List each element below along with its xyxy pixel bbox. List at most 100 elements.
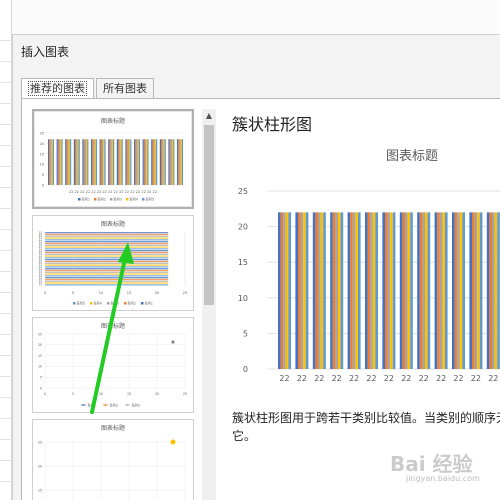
scroll-thumb[interactable] (204, 125, 214, 305)
bar (312, 212, 316, 369)
x-tick-label: 25 (183, 392, 187, 396)
bar (181, 139, 183, 185)
tab-all-charts[interactable]: 所有图表 (96, 78, 154, 98)
chart-thumbnail-clustered-column[interactable]: 图表标题 25 20 15 10 5 0 22 22 22 22 22 22 22 22 … (32, 109, 194, 209)
x-tick-label: 22 (297, 374, 307, 383)
bar (152, 139, 154, 185)
bar (472, 212, 475, 369)
legend-swatch (126, 198, 129, 201)
bar (168, 139, 170, 185)
chart-thumbnail-clustered-bar[interactable]: 图表标题 22 22 22 22 22 22 22 22 22 22 22 22 22 22 22 22 22 2… (32, 215, 194, 311)
chart-thumbnail-scatter[interactable]: 图表标题 25 20 15 (32, 419, 194, 500)
y-tick-label: 20 (38, 464, 42, 468)
y-tick-label: 15 (40, 152, 44, 156)
bar (49, 139, 51, 185)
bar (102, 139, 104, 185)
window-top-strip (0, 0, 500, 34)
chart-thumbnail-line[interactable]: 图表标题 25 20 15 10 5 0 0 5 10 15 20 25 系列1 系列2 系列3 (32, 317, 194, 413)
recommended-chart-list: 图表标题 25 20 15 10 5 0 22 22 22 22 22 22 22 22 … (32, 109, 202, 500)
bar (340, 212, 344, 369)
bar (75, 139, 77, 185)
bar (45, 275, 169, 277)
x-tick-label: 22 (332, 374, 342, 383)
bar (91, 139, 93, 185)
bar (57, 139, 59, 185)
bar (332, 212, 336, 369)
bar (45, 244, 169, 246)
x-tick-label: 0 (44, 291, 46, 295)
scatter-point (170, 439, 176, 445)
bar (454, 212, 458, 369)
bar (305, 212, 309, 369)
bar (367, 212, 371, 369)
y-tick-label: 15 (238, 258, 248, 267)
sheet-gridline (0, 481, 12, 482)
bar (77, 139, 79, 185)
sheet-gridline (0, 124, 12, 125)
x-tick-label: 22 (436, 374, 446, 383)
bar (173, 139, 175, 185)
bar (179, 139, 181, 185)
bar (145, 139, 147, 185)
bar (45, 248, 169, 250)
bar (161, 139, 163, 185)
x-tick-label: 10 (99, 291, 103, 295)
bar (382, 212, 385, 369)
bar (442, 212, 445, 369)
legend-label: 系列1 (88, 402, 96, 407)
legend-label: 系列5 (146, 197, 154, 202)
bar (147, 139, 149, 185)
bar (285, 212, 289, 369)
legend-swatch (110, 198, 113, 201)
legend-swatch (107, 302, 110, 305)
bar (318, 212, 321, 369)
sheet-gridline (0, 355, 12, 356)
bar (82, 139, 84, 185)
bar (143, 139, 145, 185)
bar (479, 212, 483, 369)
bar (84, 139, 86, 185)
y-tick-label: 25 (40, 132, 44, 136)
legend-marker (104, 404, 107, 406)
x-tick-label: 22 (488, 374, 498, 383)
x-tick-label: 20 (155, 392, 159, 396)
bar (120, 139, 122, 185)
bar (121, 139, 123, 185)
bar (92, 139, 94, 185)
legend-label: 系列3 (114, 197, 122, 202)
x-tick-label: 20 (155, 291, 159, 295)
sheet-gridline (0, 313, 12, 314)
bar (402, 212, 405, 369)
y-tick-label: 20 (238, 223, 248, 232)
thumbnail-scrollbar[interactable]: ▲ (202, 109, 216, 500)
bar (372, 212, 376, 369)
sheet-gridline (0, 418, 12, 419)
bar (385, 212, 388, 369)
scroll-up-arrow-icon[interactable]: ▲ (202, 109, 216, 123)
bar (407, 212, 411, 369)
thumbnail-chart: 图表标题 25 20 15 (38, 424, 186, 500)
x-tick-label: 22 (349, 374, 359, 383)
watermark-url: jingyan.baidu.com (406, 474, 480, 483)
thumbnail-chart: 图表标题 25 20 15 10 5 00 5 10 15 20 25 系列1 系列2 系列3 (38, 322, 187, 407)
bar (111, 139, 113, 185)
bar (387, 212, 391, 369)
tab-recommended-charts[interactable]: 推荐的图表 (21, 78, 94, 98)
legend-marker (126, 404, 129, 406)
x-tick-label: 5 (72, 392, 74, 396)
sheet-gridline (0, 40, 12, 41)
bar (469, 212, 472, 369)
bar (283, 212, 286, 369)
bar (45, 250, 169, 252)
bar (45, 273, 169, 275)
bar (177, 139, 179, 185)
bar (73, 139, 75, 185)
legend-swatch (94, 198, 97, 201)
bar (113, 139, 115, 185)
bar (87, 139, 89, 185)
bar (156, 139, 158, 185)
description-line: 簇状柱形图用于跨若干类别比较值。当类别的顺序无 (232, 411, 500, 425)
bar (45, 266, 169, 268)
y-tick-label: 25 (238, 187, 248, 196)
bar (103, 139, 105, 185)
